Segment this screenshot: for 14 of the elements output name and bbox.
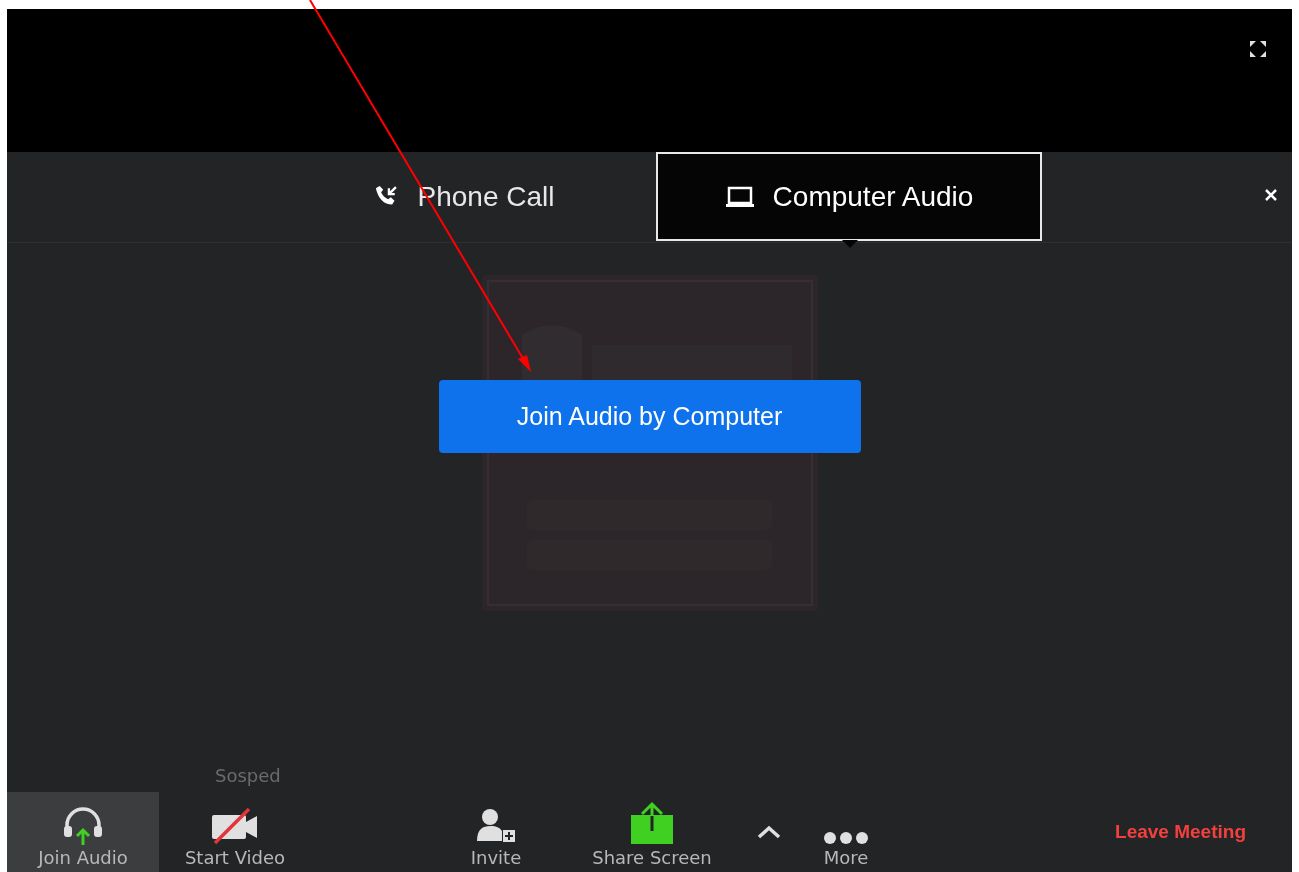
leave-meeting-button[interactable]: Leave Meeting bbox=[1115, 821, 1246, 843]
toolbar-button[interactable]: Start Video bbox=[159, 792, 311, 872]
participant-name: Sosped bbox=[215, 765, 282, 786]
caret-up-icon[interactable] bbox=[757, 825, 781, 839]
more-icon bbox=[823, 831, 869, 845]
toolbar-button[interactable]: More bbox=[796, 792, 896, 872]
laptop-icon bbox=[724, 184, 755, 209]
fullscreen-icon[interactable] bbox=[1248, 39, 1268, 59]
toolbar-button[interactable]: Join Audio bbox=[7, 792, 159, 872]
join-audio-button[interactable]: Join Audio by Computer bbox=[438, 380, 861, 453]
share-screen-icon bbox=[629, 801, 675, 845]
toolbar-button[interactable]: Share Screen bbox=[582, 792, 722, 872]
headphones-icon bbox=[61, 805, 105, 845]
toolbar-button[interactable]: Invite bbox=[446, 792, 546, 872]
